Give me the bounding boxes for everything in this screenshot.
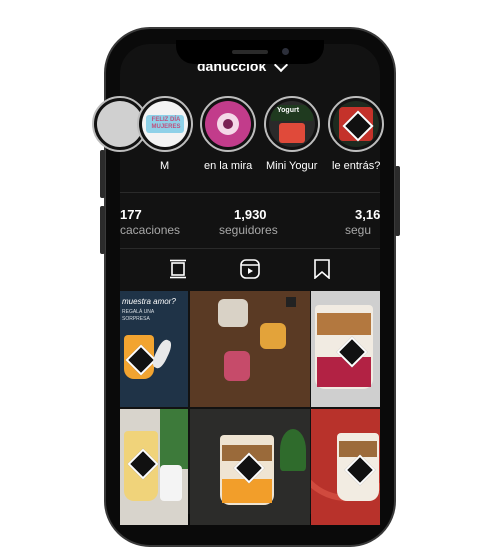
highlight-le-entras[interactable] [328, 96, 384, 152]
phone-volume-up [100, 150, 105, 198]
phone-power-button [395, 166, 400, 236]
highlight-label-en-la-mira: en la mira [204, 160, 253, 172]
post-1[interactable]: muestra amor? REGALÁ UNA SORPRESA [120, 291, 188, 407]
divider-bottom [120, 248, 380, 249]
front-camera [282, 48, 289, 55]
highlight-mini-yogur[interactable]: Yogurt [264, 96, 320, 152]
stat-following-label[interactable]: segu [345, 223, 371, 237]
post-1-title: muestra amor? [122, 297, 176, 306]
saved-icon [314, 259, 330, 280]
phone-volume-down [100, 206, 105, 254]
stat-followers-label[interactable]: seguidores [219, 223, 278, 237]
stat-posts-label[interactable]: cacaciones [120, 223, 180, 237]
stat-posts-value[interactable]: 177 [120, 207, 142, 222]
highlight-label-mini-yogur: Mini Yogur [266, 160, 318, 172]
tab-reels[interactable] [240, 259, 260, 284]
speaker [232, 50, 268, 54]
highlight-yogur-cover-text: Yogurt [277, 107, 300, 114]
tab-saved[interactable] [313, 259, 331, 284]
post-1-subtitle: REGALÁ UNA SORPRESA [122, 309, 154, 322]
post-6[interactable] [311, 409, 380, 525]
post-3[interactable] [311, 291, 380, 407]
post-5[interactable] [190, 409, 310, 525]
tab-grid[interactable] [169, 259, 187, 284]
stat-followers-value[interactable]: 1,930 [234, 207, 267, 222]
highlight-m[interactable]: FELIZ DÍA MUJERES [137, 96, 193, 152]
stat-following-value[interactable]: 3,16 [355, 207, 380, 222]
post-4[interactable] [120, 409, 188, 525]
highlight-m-cover-text: FELIZ DÍA MUJERES [151, 117, 181, 130]
highlight-label-le-entras: le entrás? [332, 160, 381, 172]
highlight-label-m: M [160, 160, 170, 172]
reels-icon [240, 259, 260, 279]
grid-icon [170, 259, 186, 279]
highlight-en-la-mira[interactable] [200, 96, 256, 152]
divider-top [120, 192, 380, 193]
post-2[interactable] [190, 291, 310, 407]
